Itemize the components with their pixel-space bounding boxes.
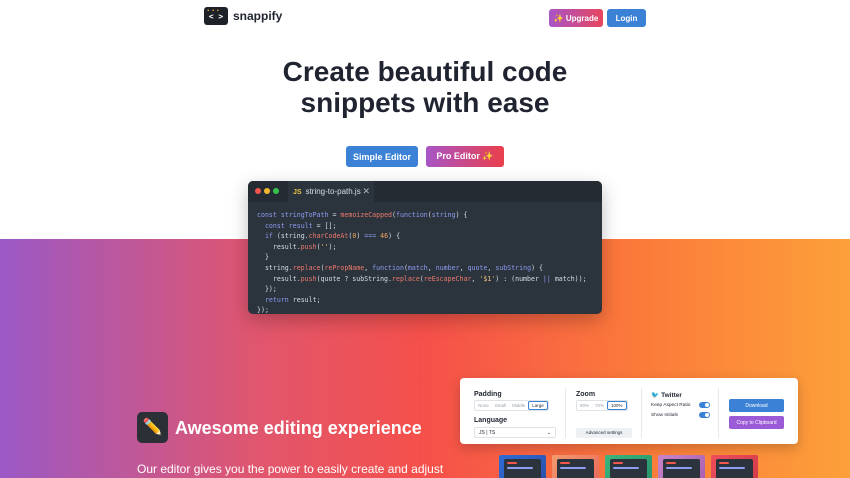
window-minimize-dot <box>264 188 270 194</box>
upgrade-button[interactable]: ✨ Upgrade <box>549 9 603 27</box>
theme-thumbnail[interactable] <box>605 455 652 478</box>
zoom-option-70[interactable]: 70% <box>592 401 607 410</box>
keep-aspect-toggle[interactable] <box>699 402 710 408</box>
language-label: Language <box>474 417 508 424</box>
theme-thumbnail[interactable] <box>552 455 599 478</box>
window-close-dot <box>255 188 261 194</box>
code-editor-window[interactable]: JS string-to-path.js ✕ const stringToPath… <box>248 181 602 314</box>
editor-title-bar: JS string-to-path.js ✕ <box>248 181 602 202</box>
theme-thumbnail[interactable] <box>499 455 546 478</box>
zoom-option-50[interactable]: 50% <box>577 401 592 410</box>
advanced-settings-button[interactable]: Advanced settings <box>576 428 632 438</box>
login-button[interactable]: Login <box>607 9 646 27</box>
panel-divider <box>641 388 642 438</box>
pencil-icon: ✏️ <box>137 412 168 443</box>
download-button[interactable]: Download <box>729 399 784 412</box>
feature-description: Our editor gives you the power to easily… <box>137 462 444 476</box>
zoom-label: Zoom <box>576 391 596 398</box>
js-file-icon: JS <box>293 189 302 196</box>
keep-aspect-label: Keep Aspect Ratio <box>651 403 691 408</box>
window-maximize-dot <box>273 188 279 194</box>
editor-tab[interactable]: JS string-to-path.js ✕ <box>288 181 374 202</box>
language-value: JS | TS <box>479 430 496 436</box>
twitter-icon: 🐦 <box>651 392 660 399</box>
feature-title: Awesome editing experience <box>175 418 422 438</box>
padding-option-large[interactable]: Large <box>528 401 548 410</box>
padding-label: Padding <box>474 391 502 398</box>
chevron-down-icon: ⌄ <box>546 430 551 436</box>
padding-option-none[interactable]: None <box>475 401 492 410</box>
hero-title-line-1: Create beautiful code <box>282 56 568 87</box>
padding-option-middle[interactable]: Middle <box>509 401 528 410</box>
twitter-label: Twitter <box>661 392 682 399</box>
panel-divider <box>718 388 719 438</box>
zoom-option-100[interactable]: 100% <box>607 401 627 410</box>
padding-option-small[interactable]: Small <box>492 401 509 410</box>
show-initials-toggle[interactable] <box>699 412 710 418</box>
simple-editor-button[interactable]: Simple Editor <box>346 146 418 167</box>
zoom-selector: 50% 70% 100% <box>576 400 628 411</box>
logo-glyph: < > <box>208 12 224 21</box>
pro-editor-button[interactable]: Pro Editor ✨ <box>426 146 504 167</box>
theme-thumbnail[interactable] <box>711 455 758 478</box>
editor-tab-filename: string-to-path.js <box>305 187 361 196</box>
panel-divider <box>565 388 566 438</box>
hero-title: Create beautiful code snippets with ease <box>225 56 625 118</box>
language-select[interactable]: JS | TS ⌄ <box>474 427 556 438</box>
top-nav: • • • < > snappify ✨ Upgrade Login <box>0 0 850 36</box>
hero-title-line-2: snippets with ease <box>300 87 550 118</box>
twitter-section: 🐦 Twitter <box>651 391 682 399</box>
logo-icon[interactable]: • • • < > <box>204 7 228 25</box>
copy-to-clipboard-button[interactable]: Copy to Clipboard <box>729 416 784 429</box>
close-icon[interactable]: ✕ <box>362 181 370 202</box>
show-initials-label: Show Initials <box>651 413 678 418</box>
code-content[interactable]: const stringToPath = memoizeCapped(funct… <box>248 202 602 314</box>
padding-selector: None Small Middle Large <box>474 400 549 411</box>
brand-name[interactable]: snappify <box>233 9 282 23</box>
theme-thumbnail[interactable] <box>658 455 705 478</box>
